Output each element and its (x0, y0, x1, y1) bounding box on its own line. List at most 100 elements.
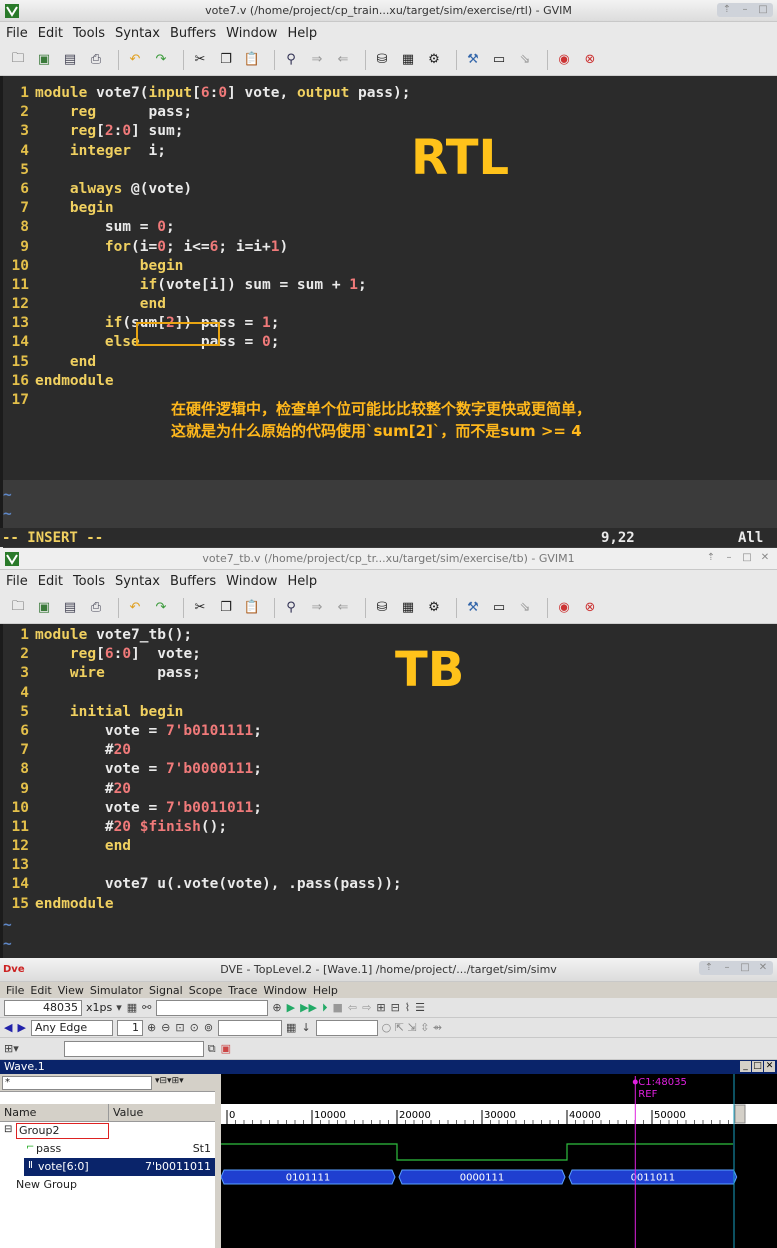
find-help-icon[interactable]: ⊗ (580, 50, 600, 70)
maximize-icon[interactable]: □ (739, 551, 755, 565)
chevron-down-icon[interactable]: ▾ (116, 1001, 122, 1014)
code-text[interactable]: end (35, 837, 131, 856)
signal-search-icon[interactable]: ▦ (127, 1001, 137, 1014)
waveform-icon[interactable]: ⌇ (405, 1001, 410, 1014)
grid-icon[interactable]: ▦ (286, 1021, 296, 1034)
paste-icon[interactable]: 📋 (242, 50, 262, 70)
menu-help[interactable]: Help (287, 574, 317, 589)
menu-buffers[interactable]: Buffers (170, 574, 216, 589)
rtl-editor[interactable]: 1 module vote7(input[6:0] vote, output pa… (0, 76, 777, 548)
code-text[interactable]: wire pass; (35, 664, 201, 683)
step-icon[interactable]: ▶ (287, 1001, 295, 1014)
print-icon[interactable]: ⎙ (86, 598, 106, 618)
code-line[interactable]: 13 if(sum[2]) pass = 1; (3, 314, 777, 333)
paste-icon[interactable]: 📋 (242, 598, 262, 618)
next-edge-icon[interactable]: ▶ (17, 1021, 25, 1034)
column-name[interactable]: Name (4, 1106, 36, 1119)
menu-help[interactable]: Help (287, 26, 317, 41)
code-text[interactable]: vote = 7'b0000111; (35, 760, 262, 779)
make-icon[interactable]: ⚒ (463, 50, 483, 70)
code-line[interactable]: 2 reg pass; (3, 103, 777, 122)
window-menu-icon[interactable]: ⇡ (703, 551, 719, 565)
collapse-icon[interactable]: ⊟ (4, 1124, 12, 1135)
save-icon[interactable]: ▣ (34, 50, 54, 70)
close-icon[interactable]: ✕ (755, 961, 771, 975)
schematic-icon[interactable]: ⊟ (391, 1001, 400, 1014)
undo-icon[interactable]: ↶ (125, 50, 145, 70)
zoom-cursor-icon[interactable]: ⊙ (190, 1021, 199, 1034)
code-line[interactable]: 1 module vote7_tb(); (3, 626, 777, 645)
window-menu-icon[interactable]: ⇡ (719, 3, 735, 17)
code-text[interactable]: #20 (35, 780, 131, 799)
wave-close-icon[interactable]: ✕ (764, 1061, 775, 1072)
code-text[interactable]: reg[2:0] sum; (35, 122, 184, 141)
code-line[interactable]: 13 (3, 856, 777, 875)
menu-buffers[interactable]: Buffers (170, 26, 216, 41)
zoom-fit-icon[interactable]: ⊡ (175, 1021, 184, 1034)
menu-window[interactable]: Window (226, 26, 277, 41)
code-text[interactable]: #20 (35, 741, 131, 760)
redo-icon[interactable]: ↷ (151, 50, 171, 70)
save-icon[interactable]: ▣ (34, 598, 54, 618)
code-text[interactable]: begin (35, 199, 114, 218)
menu-syntax[interactable]: Syntax (115, 26, 160, 41)
menu-tools[interactable]: Tools (73, 574, 105, 589)
menu-help[interactable]: Help (313, 984, 338, 997)
code-line[interactable]: 4 integer i; (3, 142, 777, 161)
shell-icon[interactable]: ▭ (489, 598, 509, 618)
help-icon[interactable]: ◉ (554, 50, 574, 70)
run-script-icon[interactable]: ⚙ (424, 598, 444, 618)
marker-icons[interactable]: ○ ⇱ ⇲ ⇳ ⇴ (382, 1021, 442, 1034)
code-text[interactable]: #20 $finish(); (35, 818, 227, 837)
code-line[interactable]: 7 #20 (3, 741, 777, 760)
zoom-full-icon[interactable]: ⊚ (204, 1021, 213, 1034)
next-icon[interactable]: ▶▶ (300, 1001, 317, 1014)
save-all-icon[interactable]: ▤ (60, 50, 80, 70)
code-line[interactable]: 8 vote = 7'b0000111; (3, 760, 777, 779)
code-line[interactable]: 6 vote = 7'b0101111; (3, 722, 777, 741)
minimize-icon[interactable]: – (721, 551, 737, 565)
code-text[interactable]: always @(vote) (35, 180, 192, 199)
minimize-icon[interactable]: – (737, 3, 753, 17)
column-value[interactable]: Value (113, 1106, 143, 1119)
menu-signal[interactable]: Signal (149, 984, 183, 997)
code-line[interactable]: 15 end (3, 353, 777, 372)
wave-maximize-icon[interactable]: □ (752, 1061, 763, 1072)
maximize-icon[interactable]: □ (755, 3, 771, 17)
find-replace-icon[interactable]: ⚲ (281, 598, 301, 618)
value-field[interactable] (315, 1019, 378, 1036)
code-line[interactable]: 2 reg[6:0] vote; (3, 645, 777, 664)
code-line[interactable]: 1 module vote7(input[6:0] vote, output pa… (3, 84, 777, 103)
menu-simulator[interactable]: Simulator (90, 984, 143, 997)
code-text[interactable]: reg[6:0] vote; (35, 645, 201, 664)
code-line[interactable]: 5 (3, 161, 777, 180)
code-line[interactable]: 5 initial begin (3, 703, 777, 722)
find-help-icon[interactable]: ⊗ (580, 598, 600, 618)
run-script-icon[interactable]: ⚙ (424, 50, 444, 70)
code-line[interactable]: 7 begin (3, 199, 777, 218)
group2-label[interactable]: Group2 (16, 1123, 109, 1139)
menu-scope[interactable]: Scope (189, 984, 223, 997)
window-menu-icon[interactable]: ⇡ (701, 961, 717, 975)
code-text[interactable]: module vote7_tb(); (35, 626, 192, 645)
code-line[interactable]: 12 end (3, 295, 777, 314)
shell-icon[interactable]: ▭ (489, 50, 509, 70)
menu-file[interactable]: File (6, 26, 28, 41)
copy-icon[interactable]: ❐ (216, 598, 236, 618)
filter-input[interactable]: * (2, 1076, 152, 1090)
stop-icon[interactable]: ■ (333, 1001, 343, 1014)
new-group-label[interactable]: New Group (16, 1178, 77, 1191)
zoom-field[interactable] (218, 1019, 283, 1036)
code-line[interactable]: 16 endmodule (3, 372, 777, 391)
search-field[interactable] (156, 999, 269, 1016)
code-line[interactable]: 3 wire pass; (3, 664, 777, 683)
dock-icon[interactable]: ⧉ (208, 1042, 216, 1056)
zoom-icon[interactable]: ⊕ (272, 1001, 281, 1014)
code-text[interactable]: sum = 0; (35, 218, 175, 237)
binoculars-icon[interactable]: ⚯ (142, 1001, 151, 1014)
code-text[interactable]: vote = 7'b0011011; (35, 799, 262, 818)
code-text[interactable]: endmodule (35, 372, 114, 391)
tags-icon[interactable]: ⇘ (515, 598, 535, 618)
code-line[interactable]: 9 for(i=0; i<=6; i=i+1) (3, 238, 777, 257)
find-prev-icon[interactable]: ⇐ (333, 50, 353, 70)
